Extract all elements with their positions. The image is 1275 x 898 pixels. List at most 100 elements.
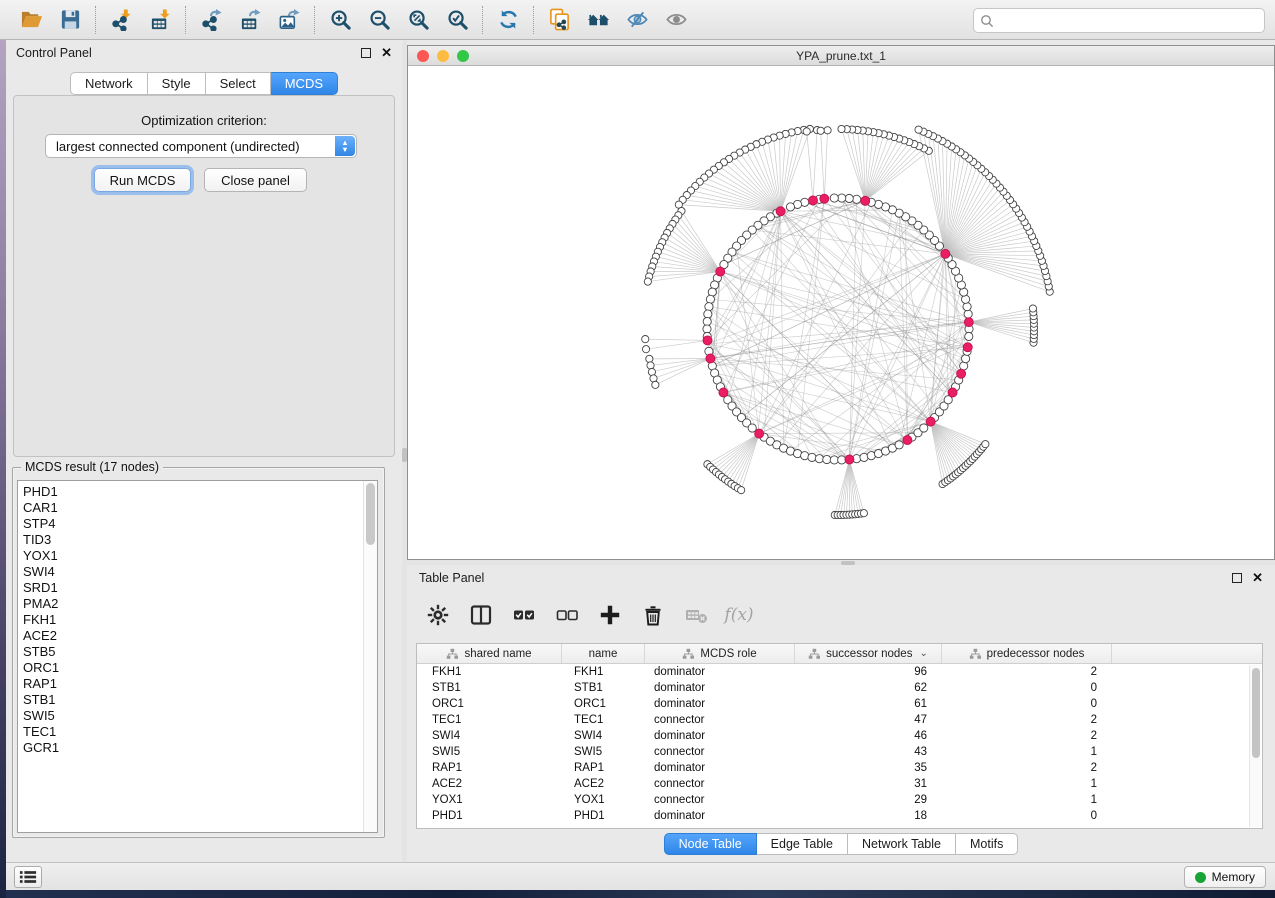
export-network-button[interactable]: [198, 7, 224, 33]
mcds-node[interactable]: [755, 429, 764, 438]
cell-shared-name[interactable]: TEC1: [417, 714, 562, 726]
table-scrollbar-thumb[interactable]: [1252, 668, 1260, 758]
cell-shared-name[interactable]: SWI4: [417, 730, 562, 742]
network-edge[interactable]: [931, 422, 968, 464]
mcds-node[interactable]: [964, 318, 973, 327]
network-edge[interactable]: [646, 340, 707, 349]
mcds-result-item[interactable]: RAP1: [23, 676, 377, 692]
network-node[interactable]: [963, 303, 971, 311]
network-leaf-node[interactable]: [738, 487, 745, 494]
network-node[interactable]: [920, 424, 928, 432]
cell-successor-nodes[interactable]: 47: [795, 714, 942, 726]
network-edge[interactable]: [673, 224, 721, 272]
float-panel-icon[interactable]: [361, 48, 371, 58]
mcds-result-item[interactable]: CAR1: [23, 500, 377, 516]
column-header-shared-name[interactable]: shared name: [417, 644, 562, 663]
network-edge[interactable]: [645, 339, 707, 340]
cell-name[interactable]: TEC1: [562, 714, 645, 726]
cell-successor-nodes[interactable]: 35: [795, 762, 942, 774]
mcds-result-item[interactable]: TID3: [23, 532, 377, 548]
network-node[interactable]: [703, 317, 711, 325]
network-node[interactable]: [705, 303, 713, 311]
maximize-window-icon[interactable]: [457, 50, 469, 62]
mcds-result-item[interactable]: STP4: [23, 516, 377, 532]
optimization-criterion-select[interactable]: largest connected component (undirected)…: [45, 134, 357, 158]
network-edge[interactable]: [665, 238, 721, 272]
run-mcds-button[interactable]: Run MCDS: [94, 168, 191, 192]
network-edge[interactable]: [655, 358, 710, 384]
clone-network-button[interactable]: [546, 7, 572, 33]
cell-name[interactable]: SWI4: [562, 730, 645, 742]
mcds-node[interactable]: [719, 388, 728, 397]
table-options-button[interactable]: [425, 602, 451, 628]
task-history-button[interactable]: [14, 866, 42, 888]
delete-row-button[interactable]: [640, 602, 666, 628]
network-edge[interactable]: [648, 272, 720, 282]
network-leaf-node[interactable]: [647, 362, 654, 369]
network-leaf-node[interactable]: [642, 346, 649, 353]
network-leaf-node[interactable]: [982, 441, 989, 448]
column-visibility-button[interactable]: [468, 602, 494, 628]
import-table-button[interactable]: [147, 7, 173, 33]
close-table-panel-icon[interactable]: ✕: [1252, 573, 1263, 583]
network-node[interactable]: [845, 194, 853, 202]
network-leaf-node[interactable]: [860, 510, 867, 517]
zoom-in-button[interactable]: [327, 7, 353, 33]
network-node[interactable]: [853, 195, 861, 203]
network-leaf-node[interactable]: [646, 355, 653, 362]
network-edge[interactable]: [735, 434, 760, 486]
network-edge[interactable]: [847, 129, 865, 201]
network-node[interactable]: [961, 355, 969, 363]
cell-successor-nodes[interactable]: 96: [795, 666, 942, 678]
network-node[interactable]: [964, 310, 972, 318]
cell-shared-name[interactable]: STB1: [417, 682, 562, 694]
save-session-button[interactable]: [57, 7, 83, 33]
tab-motifs[interactable]: Motifs: [956, 833, 1018, 855]
cell-predecessor-nodes[interactable]: 2: [942, 730, 1112, 742]
close-panel-icon[interactable]: ✕: [381, 48, 392, 58]
network-edge[interactable]: [728, 434, 759, 482]
network-node[interactable]: [801, 452, 809, 460]
network-edge[interactable]: [969, 322, 1034, 335]
cell-predecessor-nodes[interactable]: 0: [942, 698, 1112, 710]
search-box[interactable]: [973, 8, 1265, 33]
table-row[interactable]: SWI4SWI4dominator462: [417, 728, 1262, 744]
network-edge[interactable]: [945, 209, 1016, 254]
tab-mcds[interactable]: MCDS: [271, 72, 338, 95]
network-edge[interactable]: [781, 211, 906, 441]
delete-column-button[interactable]: [683, 602, 709, 628]
network-leaf-node[interactable]: [644, 278, 651, 285]
cell-name[interactable]: ORC1: [562, 698, 645, 710]
tab-edge-table[interactable]: Edge Table: [757, 833, 848, 855]
cell-shared-name[interactable]: RAP1: [417, 762, 562, 774]
mcds-node[interactable]: [948, 388, 957, 397]
cell-successor-nodes[interactable]: 29: [795, 794, 942, 806]
function-builder-button[interactable]: f(x): [726, 602, 752, 628]
network-edge[interactable]: [865, 139, 899, 201]
network-edge[interactable]: [781, 211, 784, 448]
network-edge[interactable]: [945, 254, 1045, 271]
mcds-result-item[interactable]: GCR1: [23, 740, 377, 756]
mcds-result-item[interactable]: PMA2: [23, 596, 377, 612]
network-edge[interactable]: [649, 272, 720, 277]
zoom-out-button[interactable]: [366, 7, 392, 33]
network-edge[interactable]: [865, 134, 884, 201]
mcds-result-item[interactable]: TEC1: [23, 724, 377, 740]
network-leaf-node[interactable]: [915, 126, 922, 133]
cell-successor-nodes[interactable]: 31: [795, 778, 942, 790]
mcds-node[interactable]: [820, 194, 829, 203]
tab-select[interactable]: Select: [206, 72, 271, 95]
mcds-node[interactable]: [941, 249, 950, 258]
network-node[interactable]: [823, 455, 831, 463]
network-node[interactable]: [808, 453, 816, 461]
network-node[interactable]: [965, 332, 973, 340]
network-edge[interactable]: [658, 252, 720, 272]
table-row[interactable]: PHD1PHD1dominator180: [417, 808, 1262, 824]
network-edge[interactable]: [781, 211, 966, 299]
export-image-button[interactable]: [276, 7, 302, 33]
zoom-fit-button[interactable]: [405, 7, 431, 33]
column-header-mcds-role[interactable]: MCDS role: [645, 644, 795, 663]
network-node[interactable]: [830, 194, 838, 202]
cell-name[interactable]: ACE2: [562, 778, 645, 790]
cell-predecessor-nodes[interactable]: 2: [942, 666, 1112, 678]
